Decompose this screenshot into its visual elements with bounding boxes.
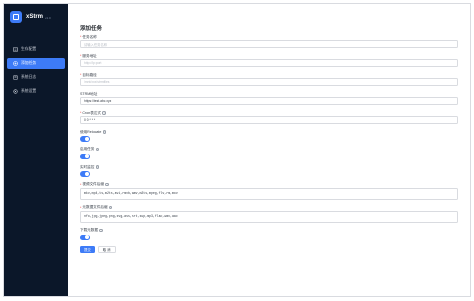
cron-label: Cron表达式 [82, 110, 101, 115]
toggle-knob [85, 154, 90, 159]
use-relocate-label: 使用Relocate [80, 129, 102, 134]
page-title: 添加任务 [80, 26, 103, 32]
enable-task-label: 启用任务 [80, 147, 95, 151]
app-name: xStrm [26, 14, 44, 20]
form-group-download-meta: 下载元数据? [80, 228, 460, 240]
task-name-input[interactable]: 请输入任务名称 [80, 40, 458, 48]
meta-ext-textarea[interactable]: nfo,jpg,jpeg,png,svg,ass,srt,sup,mp3,fla… [80, 210, 458, 223]
local-path-input[interactable]: /mnt/xxx/strmfiles [80, 78, 458, 86]
sidebar-item-label: 系统日志 [21, 75, 37, 79]
form-group-realtime-monitor: 实时监控? [80, 164, 460, 177]
required-mark: * [80, 73, 82, 77]
sidebar-item-label: 系统设置 [21, 89, 37, 93]
gear-icon [13, 89, 18, 94]
required-mark: * [80, 111, 82, 115]
required-mark: * [80, 54, 82, 58]
help-icon[interactable]: ? [105, 182, 109, 187]
form-group-cron: * Cron表达式? 0 0 * * * [80, 110, 460, 124]
help-icon[interactable]: ? [109, 205, 113, 210]
required-mark: * [80, 205, 82, 210]
sidebar-item-add-task[interactable]: 添加任务 [7, 58, 65, 69]
help-icon[interactable]: ? [95, 165, 100, 169]
form-group-local-path: * 目标路径 /mnt/xxx/strmfiles [80, 72, 460, 86]
help-icon[interactable]: ? [102, 130, 107, 134]
sidebar-item-label: 添加任务 [21, 61, 37, 65]
sidebar-item-logs[interactable]: 系统日志 [7, 72, 65, 83]
sidebar-item-settings[interactable]: 系统设置 [7, 86, 65, 97]
sidebar-item-label: 生存配置 [21, 47, 37, 51]
help-icon[interactable]: ? [95, 147, 100, 152]
server-url-input[interactable]: http://ip:port [80, 59, 458, 67]
strm-url-label: STRM地址 [80, 91, 98, 96]
realtime-monitor-label: 实时监控 [80, 164, 95, 169]
app-window: xStrm v1.0 生存配置 添加任务 系统日志 系统设置 添加任务 * 任务… [3, 3, 471, 297]
form-group-meta-ext: * 元数据文件后缀? nfo,jpg,jpeg,png,svg,ass,srt,s… [80, 205, 460, 223]
form-group-use-relocate: 使用Relocate? [80, 129, 460, 142]
sidebar: xStrm v1.0 生存配置 添加任务 系统日志 系统设置 [4, 4, 68, 296]
enable-task-toggle[interactable] [80, 153, 90, 159]
video-ext-textarea[interactable]: mkv,mp4,ts,m2ts,avi,rmvb,wmv,m2ts,mpeg,f… [80, 187, 458, 200]
form-actions: 提交 取 消 [80, 246, 460, 253]
server-url-label: 服务地址 [82, 53, 97, 58]
help-icon[interactable]: ? [99, 228, 103, 233]
app-version: v1.0 [45, 16, 51, 20]
sidebar-nav: 生存配置 添加任务 系统日志 系统设置 [4, 44, 68, 97]
settings-icon [13, 47, 18, 52]
strm-url-input[interactable]: https://test.abc.xyz [80, 97, 458, 105]
task-name-label: 任务名称 [82, 34, 97, 39]
form-group-enable-task: 启用任务? [80, 147, 460, 159]
form-group-video-ext: * 视频文件后缀? mkv,mp4,ts,m2ts,avi,rmvb,wmv,m2… [80, 182, 460, 200]
use-relocate-toggle[interactable] [80, 136, 90, 142]
video-ext-label: 视频文件后缀 [82, 182, 104, 186]
log-icon [13, 75, 18, 80]
main-content: 添加任务 * 任务名称 请输入任务名称 * 服务地址 http://ip:port … [68, 4, 470, 296]
logo-icon [10, 11, 22, 23]
add-task-icon [13, 61, 18, 66]
form-group-task-name: * 任务名称 请输入任务名称 [80, 34, 460, 48]
submit-button[interactable]: 提交 [80, 246, 95, 253]
brand: xStrm v1.0 [4, 4, 68, 30]
required-mark: * [80, 35, 82, 39]
add-task-form: * 任务名称 请输入任务名称 * 服务地址 http://ip:port * 目标路径… [80, 34, 460, 253]
meta-ext-label: 元数据文件后缀 [82, 205, 108, 209]
toggle-knob [85, 171, 90, 176]
cancel-button[interactable]: 取 消 [97, 246, 116, 253]
help-icon[interactable]: ? [102, 111, 106, 115]
download-meta-label: 下载元数据 [80, 228, 98, 232]
local-path-label: 目标路径 [82, 72, 97, 77]
toggle-knob [85, 235, 90, 240]
form-group-strm-url: STRM地址 https://test.abc.xyz [80, 91, 460, 105]
realtime-monitor-toggle[interactable] [80, 171, 90, 177]
form-group-server-url: * 服务地址 http://ip:port [80, 53, 460, 67]
cron-input[interactable]: 0 0 * * * [80, 116, 458, 124]
download-meta-toggle[interactable] [80, 234, 90, 240]
required-mark: * [80, 182, 82, 187]
sidebar-item-config[interactable]: 生存配置 [7, 44, 65, 55]
toggle-knob [85, 136, 90, 141]
